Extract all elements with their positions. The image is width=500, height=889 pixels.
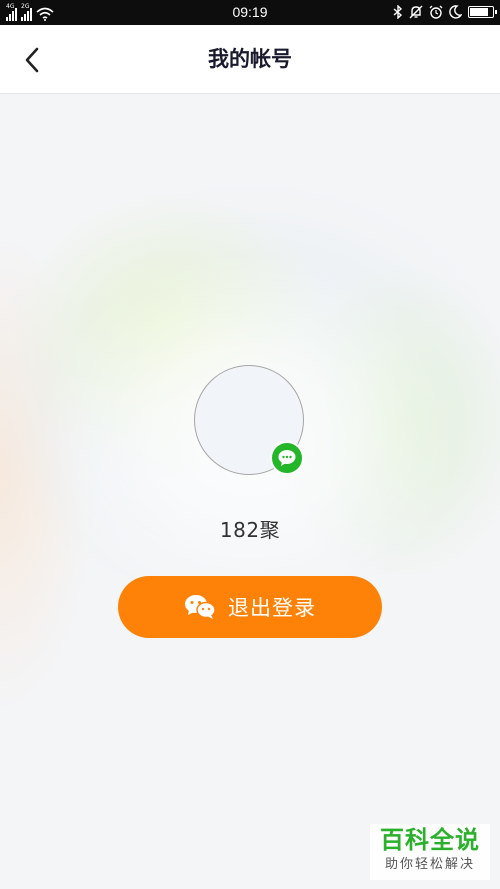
wechat-icon [185, 595, 216, 619]
battery-icon [468, 6, 497, 18]
status-right [393, 3, 497, 21]
account-screen: 4G 2G 09:19 我的帐号 182聚 退出登录 百科全说 助你轻松解决 [0, 0, 500, 889]
chevron-left-icon [25, 47, 39, 73]
battery-level [470, 8, 488, 16]
watermark-main: 百科全说 [380, 826, 480, 854]
bluetooth-icon [393, 5, 403, 19]
username: 182聚 [219, 518, 281, 542]
nav-bar: 我的帐号 [0, 25, 500, 94]
logout-button[interactable]: 退出登录 [118, 576, 382, 638]
wechat-badge [270, 441, 304, 475]
moon-icon [449, 5, 462, 19]
watermark-sub: 助你轻松解决 [384, 857, 475, 872]
page-title: 我的帐号 [208, 47, 292, 71]
alarm-icon [429, 5, 443, 19]
back-button[interactable] [14, 42, 50, 78]
logout-label: 退出登录 [228, 596, 316, 620]
watermark: 百科全说 助你轻松解决 [370, 824, 490, 880]
wechat-bubble-icon [278, 450, 296, 466]
status-bar: 4G 2G 09:19 [0, 0, 500, 25]
mute-bell-icon [409, 5, 423, 19]
profile-content: 182聚 退出登录 [0, 94, 500, 889]
